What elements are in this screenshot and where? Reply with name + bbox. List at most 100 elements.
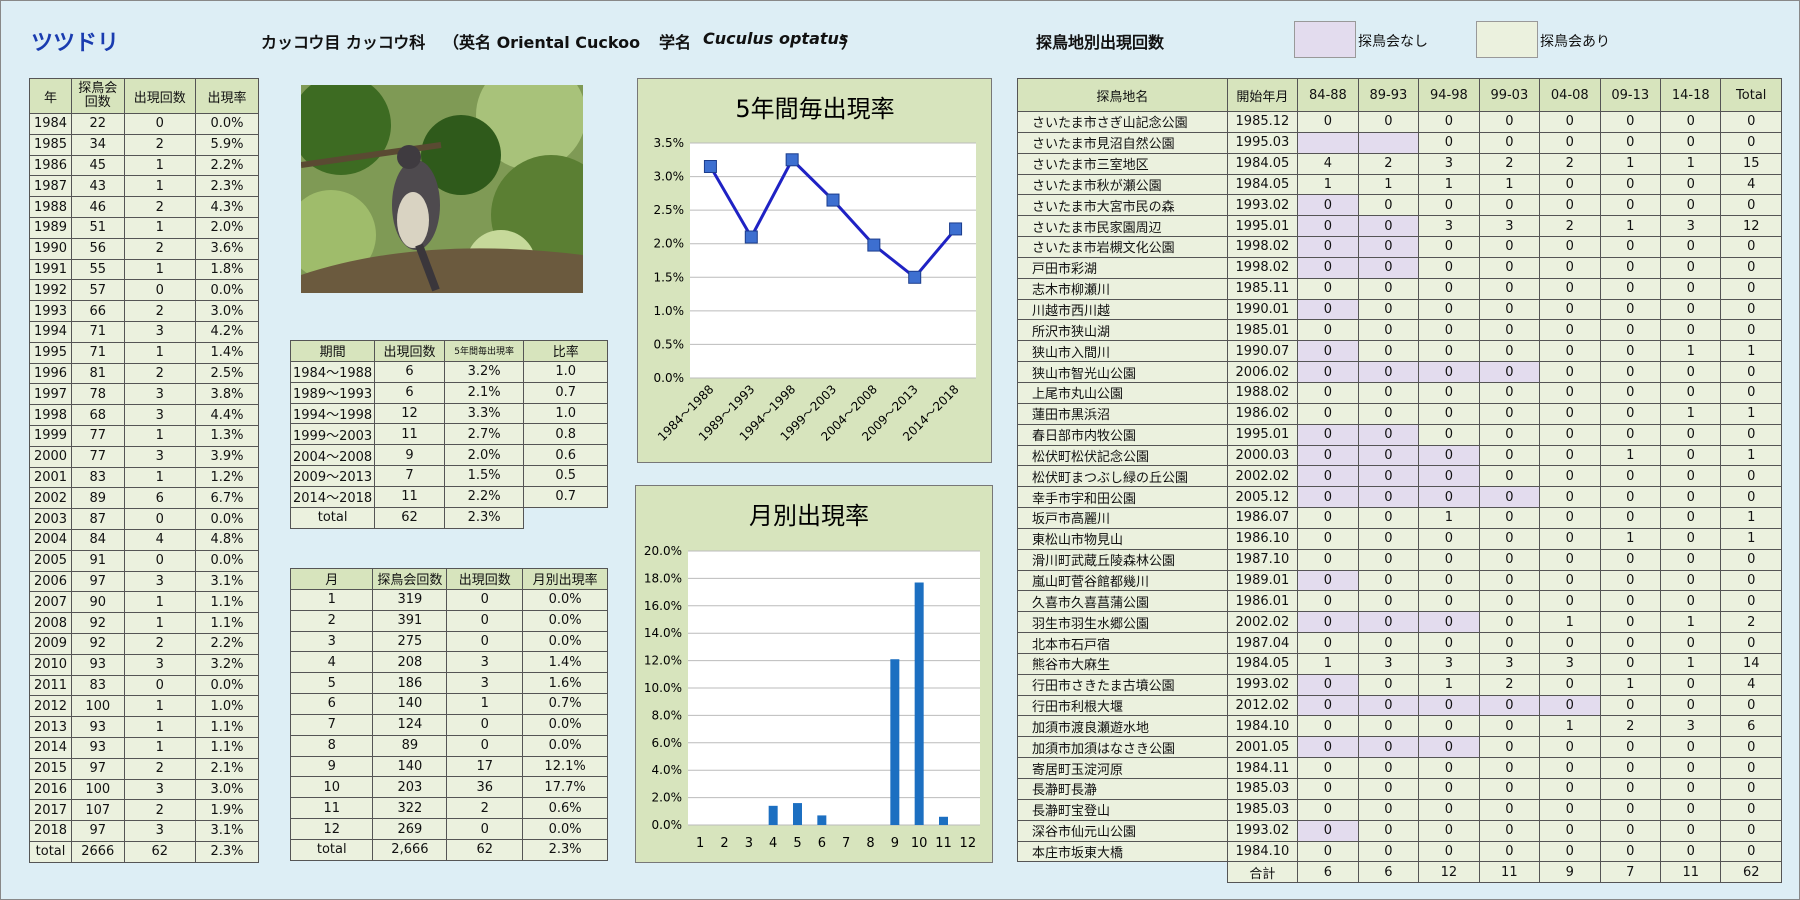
table-cell: 1 [1418,673,1480,696]
table-row: 10 203 36 17.7% [289,776,608,799]
table-cell: 3.0% [194,300,260,322]
table-row: 2004 84 4 4.8% [28,528,260,551]
table-cell: 0 [123,113,196,135]
table-row: 坂戸市高麗川 1986.07 0 0 1 0 0 0 0 1 [1017,507,1782,529]
table-cell: 0 [1297,402,1359,425]
table-cell: 長瀞町長瀞 [1017,778,1228,800]
y-tick-label: 4.0% [652,763,683,777]
table-cell [1357,131,1420,154]
table-cell: 0 [1478,256,1541,279]
table-cell: 0 [1659,778,1722,800]
table-cell: 2.5% [194,362,260,385]
column-header: 出現率 [194,78,260,114]
table-cell: 0 [1599,632,1662,654]
table-cell: 87 [71,508,125,530]
table-cell: 行田市利根大堰 [1017,694,1228,717]
table-row: 1995 71 1 1.4% [28,341,260,364]
table-cell: 1984 [28,113,73,135]
order-family-label: カッコウ目 カッコウ科 [261,33,426,52]
table-cell: 1 [123,216,196,239]
table-row: 行田市さきたま古墳公園 1993.02 0 0 1 2 0 1 0 4 [1017,673,1782,696]
legend-yes-label: 探鳥会あり [1540,34,1610,50]
table-cell: 3 [123,653,196,676]
table-cell: 1995.03 [1226,131,1299,154]
table-cell: 0.5 [523,465,608,487]
table-cell: 0 [1539,798,1601,821]
table-cell: 2010 [28,653,73,676]
table-row: 北本市石戸宿 1987.04 0 0 0 0 0 0 0 0 [1017,632,1782,654]
table-cell: 1991 [28,258,73,281]
table-cell: 0 [1297,569,1359,592]
table-cell: 1990.07 [1226,340,1299,363]
table-cell: 0 [1418,715,1480,738]
table-cell: 4 [289,651,374,674]
table-cell: 0 [1599,757,1662,779]
table-cell: 45 [71,154,125,177]
table-cell: 2 [1599,715,1662,738]
total-label: 合計 [1226,861,1299,884]
table-cell: 71 [71,341,125,364]
table-cell: 北本市石戸宿 [1017,632,1228,654]
table-cell: 1997 [28,383,73,406]
table-cell: 140 [372,755,448,778]
table-cell: 0 [1659,236,1722,258]
table-cell: 0 [1720,632,1782,654]
total-cell: 9 [1539,861,1601,884]
table-cell: 0 [446,630,524,653]
table-cell: 0.0% [522,588,608,611]
table-row: 1999 77 1 1.3% [28,424,260,447]
table-cell: 12.1% [522,755,608,778]
table-row: 本庄市坂東大橋 1984.10 0 0 0 0 0 0 0 0 [1017,840,1782,863]
table-cell: 0 [1478,340,1541,363]
table-cell: 124 [372,713,448,736]
table-cell: 0 [1297,527,1359,550]
table-cell: 15 [1720,152,1782,175]
table-cell: 46 [71,196,125,218]
table-cell: 2 [1357,152,1420,175]
table-cell: 0 [1599,361,1662,383]
table-cell: 12 [1720,215,1782,238]
table-cell: 93 [71,716,125,738]
table-row: 嵐山町菅谷館都幾川 1989.01 0 0 0 0 0 0 0 0 [1017,569,1782,592]
table-cell: 77 [71,445,125,468]
table-cell: 1 [123,424,196,447]
table-cell: 0 [1599,381,1662,404]
table-cell: 0 [1720,819,1782,842]
y-tick-label: 0.0% [652,818,683,832]
table-cell: 0 [1357,465,1420,488]
table-cell: 1 [1659,611,1722,634]
table-cell: 1 [1599,527,1662,550]
table-cell: 0 [1720,798,1782,821]
table-row: 1987 43 1 2.3% [28,175,260,198]
table-cell: 0 [1478,444,1541,467]
table-cell: 3 [1659,215,1722,238]
table-cell: 0 [1720,111,1782,133]
table-row: 2003 87 0 0.0% [28,508,260,530]
table-cell: 0 [1539,569,1601,592]
table-row: 2013 93 1 1.1% [28,716,260,738]
table-cell: 5 [289,672,374,695]
table-cell: 0 [1659,381,1722,404]
table-cell: 0.0% [522,818,608,840]
table-cell: 2011 [28,674,73,697]
table-cell: 0 [1539,507,1601,529]
table-cell: 松伏町松伏記念公園 [1017,444,1228,467]
table-cell: 0 [1357,340,1420,363]
table-cell: 84 [71,528,125,551]
table-cell: 1984.05 [1226,652,1299,675]
y-tick-label: 1.0% [654,304,685,318]
table-cell: 0 [1418,319,1480,342]
bird-photo [301,85,583,293]
table-cell: 0 [1659,173,1722,196]
table-cell: 0 [1599,402,1662,425]
table-cell: 0 [1539,673,1601,696]
table-row: 2007 90 1 1.1% [28,591,260,614]
table-cell: 0 [1599,131,1662,154]
table-cell: 0 [1539,486,1601,509]
table-cell: 0 [1297,236,1359,258]
table-cell: 0 [1720,277,1782,300]
table-cell: 0 [1418,444,1480,467]
table-row: 1993 66 2 3.0% [28,300,260,322]
column-header: 比率 [523,340,608,362]
table-row: 2006 97 3 3.1% [28,570,260,593]
